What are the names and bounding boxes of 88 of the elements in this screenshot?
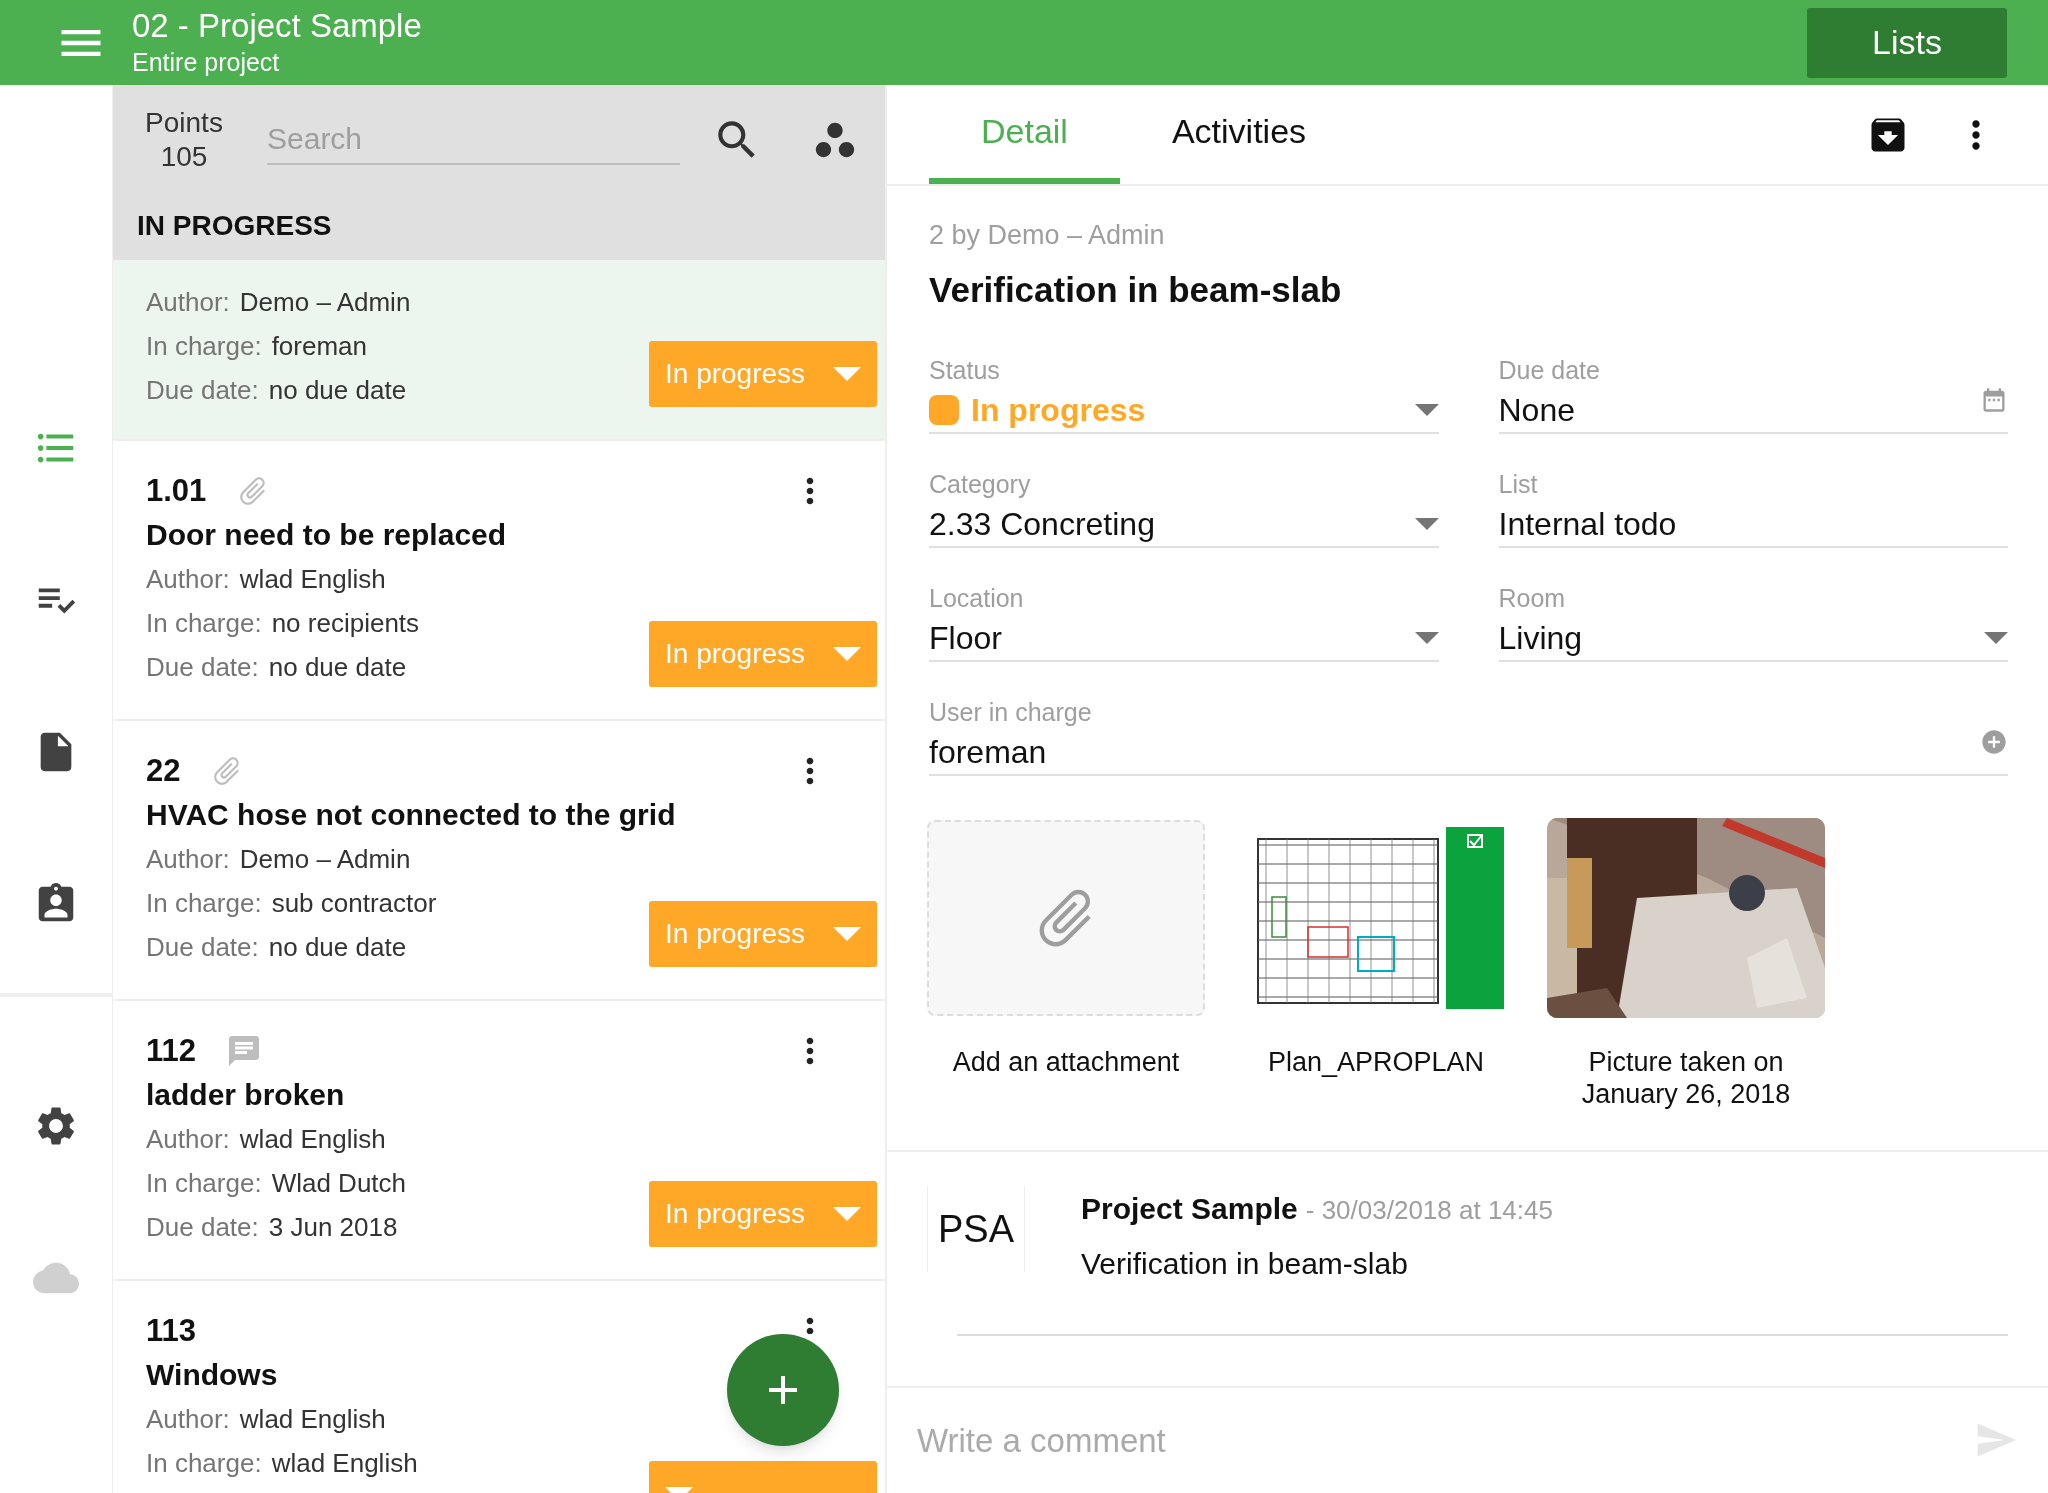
- points-count: 105: [160, 140, 208, 174]
- field-value: no due date: [268, 651, 407, 684]
- field-label: User in charge: [929, 697, 1093, 728]
- issue-title: Windows: [146, 1357, 278, 1393]
- field-label: In charge:: [146, 1447, 262, 1480]
- issue-number: 1.01: [146, 471, 207, 510]
- field-value: foreman: [271, 330, 368, 363]
- field-value: Wlad Dutch: [271, 1167, 407, 1200]
- field-label: Due date:: [146, 1211, 259, 1244]
- field-label: In charge:: [146, 607, 262, 640]
- dropdown-caret-icon: [1414, 518, 1439, 530]
- field-label: Status: [929, 355, 1001, 386]
- dropdown-caret-icon: [1984, 632, 2008, 644]
- tab[interactable]: Activities: [1119, 85, 1359, 184]
- add-attachment-tile[interactable]: [927, 820, 1205, 1016]
- attachment-label: Plan_APROPLAN: [1266, 1046, 1486, 1078]
- field-label: Location: [929, 583, 1025, 614]
- form-field[interactable]: 2.33 Concreting: [929, 502, 1439, 548]
- field-value: Demo – Admin: [239, 843, 411, 876]
- issue-card[interactable]: Author: Demo – Admin In charge: foreman Due date: no due date In progress: [113, 260, 885, 441]
- issue-card[interactable]: 112 ladder broken Author: wlad English In charge: Wlad Dutch Due date: 3 Jun 2018 In progress: [113, 1001, 885, 1281]
- form-field[interactable]: foreman: [929, 730, 2008, 776]
- project-title: 02 - Project Sample: [132, 6, 422, 45]
- field-label: Due date:: [146, 651, 259, 684]
- lists-button[interactable]: Lists: [1807, 7, 2007, 78]
- field-value: Floor: [929, 619, 1002, 658]
- issue-number: 22: [146, 751, 181, 790]
- field-value: wlad English: [239, 1123, 386, 1156]
- activity-text: Verification in beam-slab: [1081, 1246, 1409, 1282]
- field-label: Due date:: [146, 931, 259, 964]
- caret-icon: [833, 927, 861, 941]
- field-value: Demo – Admin: [239, 286, 411, 319]
- field-value: wlad English: [271, 1447, 418, 1480]
- issue-meta: 2 by Demo – Admin: [929, 219, 1166, 252]
- field-value: foreman: [929, 733, 1047, 772]
- add-user-icon[interactable]: [1980, 728, 2008, 756]
- status-value: In progress: [971, 391, 1146, 430]
- project-subtitle: Entire project: [132, 46, 281, 78]
- form-field[interactable]: Living: [1498, 616, 2008, 662]
- activity-date: - 30/03/2018 at 14:45: [1305, 1194, 1553, 1227]
- field-value: wlad English: [239, 1403, 386, 1436]
- issue-title: Door need to be replaced: [146, 517, 507, 553]
- dropdown-caret-icon: [1414, 404, 1439, 416]
- field-value: no due date: [268, 931, 407, 964]
- issue-card[interactable]: 22 HVAC hose not connected to the grid Author: Demo – Admin In charge: sub contractor Due date: no due date In progress: [113, 721, 885, 1001]
- field-label: List: [1498, 469, 1539, 500]
- attachment-label: Picture taken on January 26, 2018: [1580, 1046, 1792, 1110]
- issue-title: ladder broken: [146, 1077, 345, 1113]
- field-label: In charge:: [146, 1167, 262, 1200]
- field-value: Internal todo: [1498, 505, 1677, 544]
- caret-icon: [833, 367, 861, 381]
- field-value: sub contractor: [271, 887, 437, 920]
- issue-card[interactable]: 1.01 Door need to be replaced Author: wlad English In charge: no recipients Due date: no due date In progress: [113, 441, 885, 721]
- field-value: 3 Jun 2018: [268, 1211, 398, 1244]
- field-label: Due date:: [146, 374, 259, 407]
- section-heading: IN PROGRESS: [137, 209, 333, 243]
- field-label: Author:: [146, 563, 230, 596]
- field-label: Author:: [146, 843, 230, 876]
- comment-field[interactable]: Write a comment: [917, 1415, 1974, 1465]
- issue-number: 113: [146, 1311, 196, 1350]
- issue-title: Verification in beam-slab: [929, 269, 1343, 311]
- attachment-label: Add an attachment: [951, 1046, 1181, 1078]
- activity-author: Project Sample: [1081, 1191, 1298, 1227]
- field-label: In charge:: [146, 887, 262, 920]
- form-field[interactable]: None: [1498, 388, 2008, 434]
- search-field[interactable]: Search: [267, 115, 680, 165]
- comment-icon: [226, 1033, 262, 1069]
- field-label: Author:: [146, 1403, 230, 1436]
- field-label: Room: [1498, 583, 1567, 614]
- caret-icon: [833, 1207, 861, 1221]
- field-label: Due date: [1498, 355, 1601, 386]
- field-value: wlad English: [239, 563, 386, 596]
- issue-title: HVAC hose not connected to the grid: [146, 797, 676, 833]
- field-value: Living: [1498, 619, 1583, 658]
- field-value: None: [1498, 391, 1575, 430]
- field-value: no due date: [268, 374, 407, 407]
- field-label: Category: [929, 469, 1032, 500]
- field-value: no recipients: [271, 607, 420, 640]
- dropdown-caret-icon: [1414, 632, 1439, 644]
- field-label: In charge:: [146, 330, 262, 363]
- field-label: Author:: [146, 1123, 230, 1156]
- caret-icon: [833, 647, 861, 661]
- issue-card[interactable]: 113 Windows Author: wlad English In charge: wlad English: [113, 1281, 885, 1493]
- points-label: Points: [145, 106, 223, 140]
- form-field[interactable]: Floor: [929, 616, 1439, 662]
- field-value: 2.33 Concreting: [929, 505, 1155, 544]
- issue-number: 112: [146, 1031, 196, 1070]
- field-label: Author:: [146, 286, 230, 319]
